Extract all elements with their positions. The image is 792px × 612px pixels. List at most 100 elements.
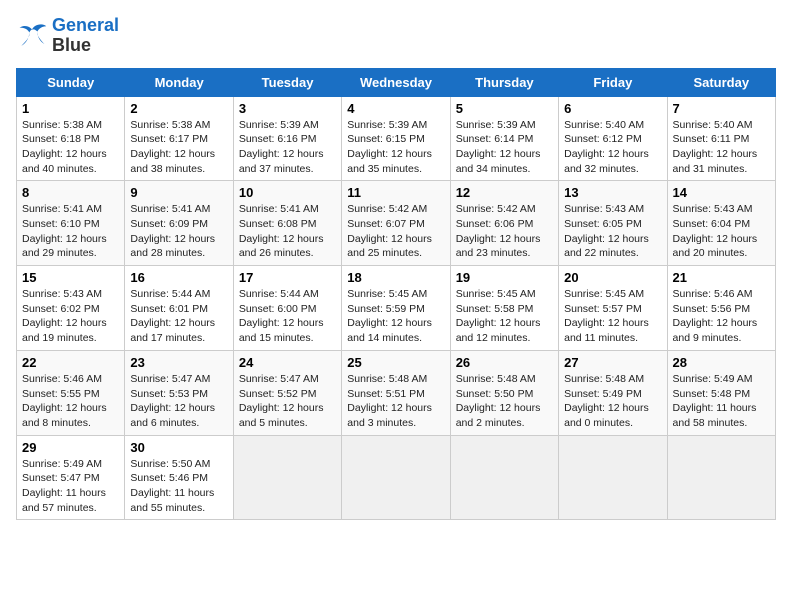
day-info: Sunrise: 5:48 AMSunset: 5:50 PMDaylight:… [456,373,541,429]
day-header-thursday: Thursday [450,68,558,96]
day-number: 4 [347,101,444,116]
day-header-tuesday: Tuesday [233,68,341,96]
logo-icon [16,22,48,50]
day-number: 2 [130,101,227,116]
calendar-cell: 12 Sunrise: 5:42 AMSunset: 6:06 PMDaylig… [450,181,558,266]
day-number: 22 [22,355,119,370]
day-number: 23 [130,355,227,370]
day-number: 8 [22,185,119,200]
calendar-cell: 29 Sunrise: 5:49 AMSunset: 5:47 PMDaylig… [17,435,125,520]
day-info: Sunrise: 5:46 AMSunset: 5:55 PMDaylight:… [22,373,107,429]
calendar-cell: 7 Sunrise: 5:40 AMSunset: 6:11 PMDayligh… [667,96,775,181]
day-info: Sunrise: 5:41 AMSunset: 6:08 PMDaylight:… [239,203,324,259]
calendar-cell: 6 Sunrise: 5:40 AMSunset: 6:12 PMDayligh… [559,96,667,181]
calendar-cell: 17 Sunrise: 5:44 AMSunset: 6:00 PMDaylig… [233,266,341,351]
calendar-cell: 26 Sunrise: 5:48 AMSunset: 5:50 PMDaylig… [450,350,558,435]
calendar-cell: 10 Sunrise: 5:41 AMSunset: 6:08 PMDaylig… [233,181,341,266]
calendar-cell: 28 Sunrise: 5:49 AMSunset: 5:48 PMDaylig… [667,350,775,435]
day-info: Sunrise: 5:45 AMSunset: 5:59 PMDaylight:… [347,288,432,344]
calendar-cell: 8 Sunrise: 5:41 AMSunset: 6:10 PMDayligh… [17,181,125,266]
day-info: Sunrise: 5:49 AMSunset: 5:47 PMDaylight:… [22,458,106,514]
day-info: Sunrise: 5:41 AMSunset: 6:10 PMDaylight:… [22,203,107,259]
calendar-week-2: 8 Sunrise: 5:41 AMSunset: 6:10 PMDayligh… [17,181,776,266]
day-number: 11 [347,185,444,200]
day-number: 16 [130,270,227,285]
day-number: 1 [22,101,119,116]
logo-text: GeneralBlue [52,16,119,56]
day-number: 9 [130,185,227,200]
calendar-cell: 18 Sunrise: 5:45 AMSunset: 5:59 PMDaylig… [342,266,450,351]
day-header-saturday: Saturday [667,68,775,96]
day-info: Sunrise: 5:49 AMSunset: 5:48 PMDaylight:… [673,373,757,429]
day-header-monday: Monday [125,68,233,96]
day-info: Sunrise: 5:39 AMSunset: 6:15 PMDaylight:… [347,119,432,175]
page-header: GeneralBlue [16,16,776,56]
calendar-cell: 22 Sunrise: 5:46 AMSunset: 5:55 PMDaylig… [17,350,125,435]
calendar-cell [342,435,450,520]
day-info: Sunrise: 5:43 AMSunset: 6:05 PMDaylight:… [564,203,649,259]
day-info: Sunrise: 5:41 AMSunset: 6:09 PMDaylight:… [130,203,215,259]
day-number: 25 [347,355,444,370]
day-number: 10 [239,185,336,200]
calendar-cell [233,435,341,520]
day-number: 18 [347,270,444,285]
day-number: 7 [673,101,770,116]
calendar-cell [667,435,775,520]
calendar-cell: 20 Sunrise: 5:45 AMSunset: 5:57 PMDaylig… [559,266,667,351]
logo: GeneralBlue [16,16,119,56]
calendar-cell: 19 Sunrise: 5:45 AMSunset: 5:58 PMDaylig… [450,266,558,351]
calendar-cell [450,435,558,520]
day-number: 26 [456,355,553,370]
calendar-week-4: 22 Sunrise: 5:46 AMSunset: 5:55 PMDaylig… [17,350,776,435]
day-info: Sunrise: 5:46 AMSunset: 5:56 PMDaylight:… [673,288,758,344]
day-number: 24 [239,355,336,370]
day-info: Sunrise: 5:39 AMSunset: 6:16 PMDaylight:… [239,119,324,175]
day-number: 30 [130,440,227,455]
day-number: 14 [673,185,770,200]
calendar-cell: 30 Sunrise: 5:50 AMSunset: 5:46 PMDaylig… [125,435,233,520]
day-info: Sunrise: 5:47 AMSunset: 5:52 PMDaylight:… [239,373,324,429]
day-number: 17 [239,270,336,285]
calendar-table: SundayMondayTuesdayWednesdayThursdayFrid… [16,68,776,521]
calendar-cell: 16 Sunrise: 5:44 AMSunset: 6:01 PMDaylig… [125,266,233,351]
day-number: 12 [456,185,553,200]
calendar-week-1: 1 Sunrise: 5:38 AMSunset: 6:18 PMDayligh… [17,96,776,181]
day-number: 6 [564,101,661,116]
day-number: 29 [22,440,119,455]
day-info: Sunrise: 5:44 AMSunset: 6:00 PMDaylight:… [239,288,324,344]
calendar-cell: 14 Sunrise: 5:43 AMSunset: 6:04 PMDaylig… [667,181,775,266]
calendar-cell: 1 Sunrise: 5:38 AMSunset: 6:18 PMDayligh… [17,96,125,181]
day-info: Sunrise: 5:42 AMSunset: 6:06 PMDaylight:… [456,203,541,259]
day-info: Sunrise: 5:42 AMSunset: 6:07 PMDaylight:… [347,203,432,259]
calendar-cell: 23 Sunrise: 5:47 AMSunset: 5:53 PMDaylig… [125,350,233,435]
day-info: Sunrise: 5:48 AMSunset: 5:51 PMDaylight:… [347,373,432,429]
day-number: 3 [239,101,336,116]
day-header-wednesday: Wednesday [342,68,450,96]
day-number: 19 [456,270,553,285]
day-header-sunday: Sunday [17,68,125,96]
calendar-cell: 13 Sunrise: 5:43 AMSunset: 6:05 PMDaylig… [559,181,667,266]
calendar-cell: 24 Sunrise: 5:47 AMSunset: 5:52 PMDaylig… [233,350,341,435]
day-number: 20 [564,270,661,285]
day-info: Sunrise: 5:45 AMSunset: 5:57 PMDaylight:… [564,288,649,344]
calendar-cell: 9 Sunrise: 5:41 AMSunset: 6:09 PMDayligh… [125,181,233,266]
day-number: 5 [456,101,553,116]
day-info: Sunrise: 5:48 AMSunset: 5:49 PMDaylight:… [564,373,649,429]
day-number: 21 [673,270,770,285]
calendar-cell: 2 Sunrise: 5:38 AMSunset: 6:17 PMDayligh… [125,96,233,181]
day-number: 28 [673,355,770,370]
calendar-cell: 15 Sunrise: 5:43 AMSunset: 6:02 PMDaylig… [17,266,125,351]
day-info: Sunrise: 5:43 AMSunset: 6:04 PMDaylight:… [673,203,758,259]
day-number: 13 [564,185,661,200]
calendar-cell: 3 Sunrise: 5:39 AMSunset: 6:16 PMDayligh… [233,96,341,181]
calendar-cell: 27 Sunrise: 5:48 AMSunset: 5:49 PMDaylig… [559,350,667,435]
calendar-cell: 21 Sunrise: 5:46 AMSunset: 5:56 PMDaylig… [667,266,775,351]
day-number: 15 [22,270,119,285]
day-header-friday: Friday [559,68,667,96]
calendar-week-5: 29 Sunrise: 5:49 AMSunset: 5:47 PMDaylig… [17,435,776,520]
day-info: Sunrise: 5:40 AMSunset: 6:12 PMDaylight:… [564,119,649,175]
day-info: Sunrise: 5:45 AMSunset: 5:58 PMDaylight:… [456,288,541,344]
day-info: Sunrise: 5:38 AMSunset: 6:17 PMDaylight:… [130,119,215,175]
day-info: Sunrise: 5:44 AMSunset: 6:01 PMDaylight:… [130,288,215,344]
day-info: Sunrise: 5:47 AMSunset: 5:53 PMDaylight:… [130,373,215,429]
